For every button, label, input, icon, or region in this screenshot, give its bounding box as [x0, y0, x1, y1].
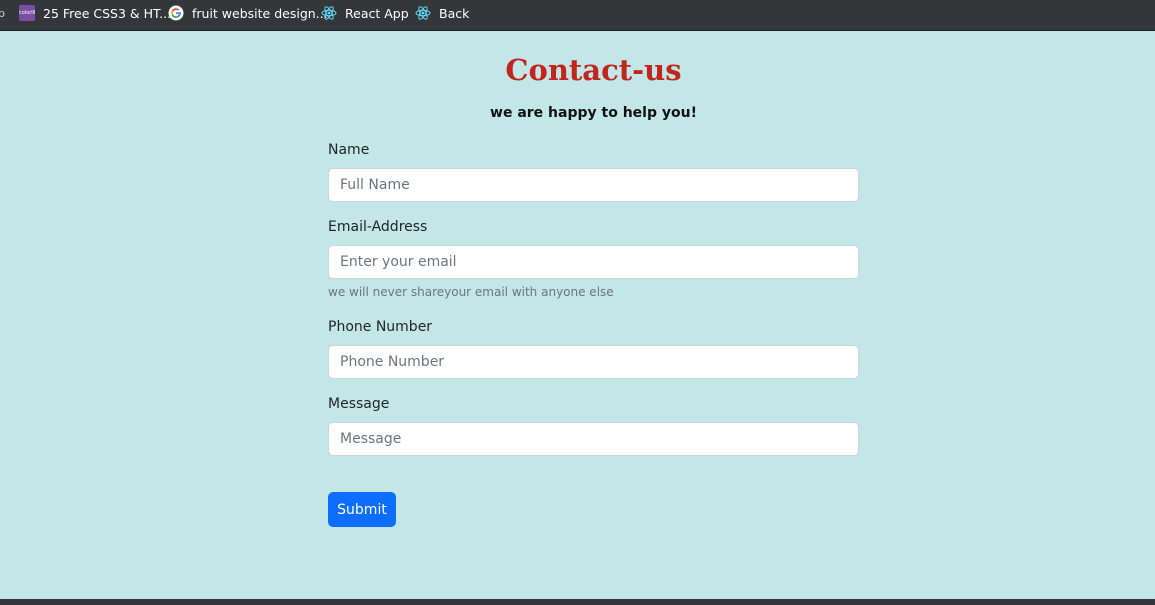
bookmark-label: 25 Free CSS3 & HT...: [43, 5, 172, 21]
bookmark-back[interactable]: Back: [415, 3, 469, 23]
email-label: Email-Address: [328, 219, 428, 235]
react-icon: [415, 5, 431, 21]
bookmarks-bar: ɒ colorlib 25 Free CSS3 & HT... fruit we…: [0, 0, 1155, 31]
bottom-window-edge: [0, 599, 1155, 605]
name-input[interactable]: [328, 168, 859, 202]
page-title: Contact-us: [505, 53, 682, 87]
message-input[interactable]: [328, 422, 859, 456]
message-label: Message: [328, 396, 390, 412]
google-icon: [168, 5, 184, 21]
email-help-text: we will never shareyour email with anyon…: [328, 285, 614, 299]
bookmark-fruit-website[interactable]: fruit website design...: [168, 3, 328, 23]
name-label: Name: [328, 142, 370, 158]
bookmark-free-css3[interactable]: colorlib 25 Free CSS3 & HT...: [19, 3, 171, 23]
react-icon: [321, 5, 337, 21]
submit-button[interactable]: Submit: [328, 492, 396, 527]
email-input[interactable]: [328, 245, 859, 279]
phone-input[interactable]: [328, 345, 859, 379]
bookmark-label: Back: [439, 5, 470, 21]
phone-label: Phone Number: [328, 319, 433, 335]
bookmark-label: React App: [345, 5, 409, 21]
colorlib-icon: colorlib: [19, 5, 35, 21]
bookmark-react-app[interactable]: React App: [321, 3, 409, 23]
page-subtitle: we are happy to help you!: [490, 105, 697, 121]
bookmark-overflow-edge: ɒ: [0, 7, 5, 20]
contact-page: Contact-us we are happy to help you! Nam…: [0, 31, 1155, 599]
bookmark-label: fruit website design...: [192, 5, 328, 21]
